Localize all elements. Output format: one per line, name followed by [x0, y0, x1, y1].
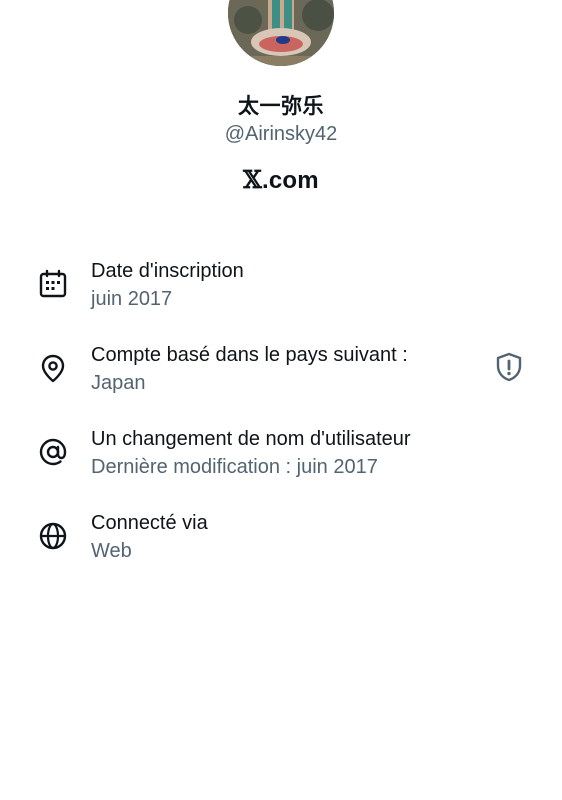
info-row-username-change: Un changement de nom d'utilisateur Derni… — [0, 423, 562, 507]
info-row-account-country: Compte basé dans le pays suivant : Japan — [0, 339, 562, 423]
account-info-list: Date d'inscription juin 2017 Compte basé… — [0, 255, 562, 591]
site-logo[interactable]: 𝕏.com — [0, 165, 562, 195]
info-row-connected-via: Connecté via Web — [0, 507, 562, 591]
calendar-icon — [39, 269, 67, 298]
info-text: Un changement de nom d'utilisateur Derni… — [91, 425, 482, 481]
site-logo-text: .com — [262, 167, 319, 194]
info-text: Connecté via Web — [91, 509, 482, 565]
info-value: Japan — [91, 372, 146, 394]
info-title: Compte basé dans le pays suivant : — [91, 344, 408, 366]
shield-alert-icon[interactable] — [493, 351, 525, 383]
info-title: Date d'inscription — [91, 260, 244, 282]
info-text: Compte basé dans le pays suivant : Japan — [91, 341, 482, 397]
info-title: Connecté via — [91, 512, 208, 534]
avatar[interactable] — [228, 0, 334, 66]
info-value: Web — [91, 540, 132, 562]
user-handle: @Airinsky42 — [224, 123, 338, 145]
info-value: Dernière modification : juin 2017 — [91, 456, 378, 478]
location-pin-icon — [41, 354, 65, 383]
at-sign-icon — [39, 438, 67, 466]
info-value: juin 2017 — [91, 288, 173, 310]
globe-icon — [39, 522, 67, 550]
info-title: Un changement de nom d'utilisateur — [91, 428, 411, 450]
display-name: 太一弥乐 — [238, 94, 324, 118]
x-logo-icon: 𝕏 — [243, 165, 262, 194]
info-text: Date d'inscription juin 2017 — [91, 257, 482, 313]
info-row-join-date: Date d'inscription juin 2017 — [0, 255, 562, 339]
avatar-image — [228, 0, 334, 66]
